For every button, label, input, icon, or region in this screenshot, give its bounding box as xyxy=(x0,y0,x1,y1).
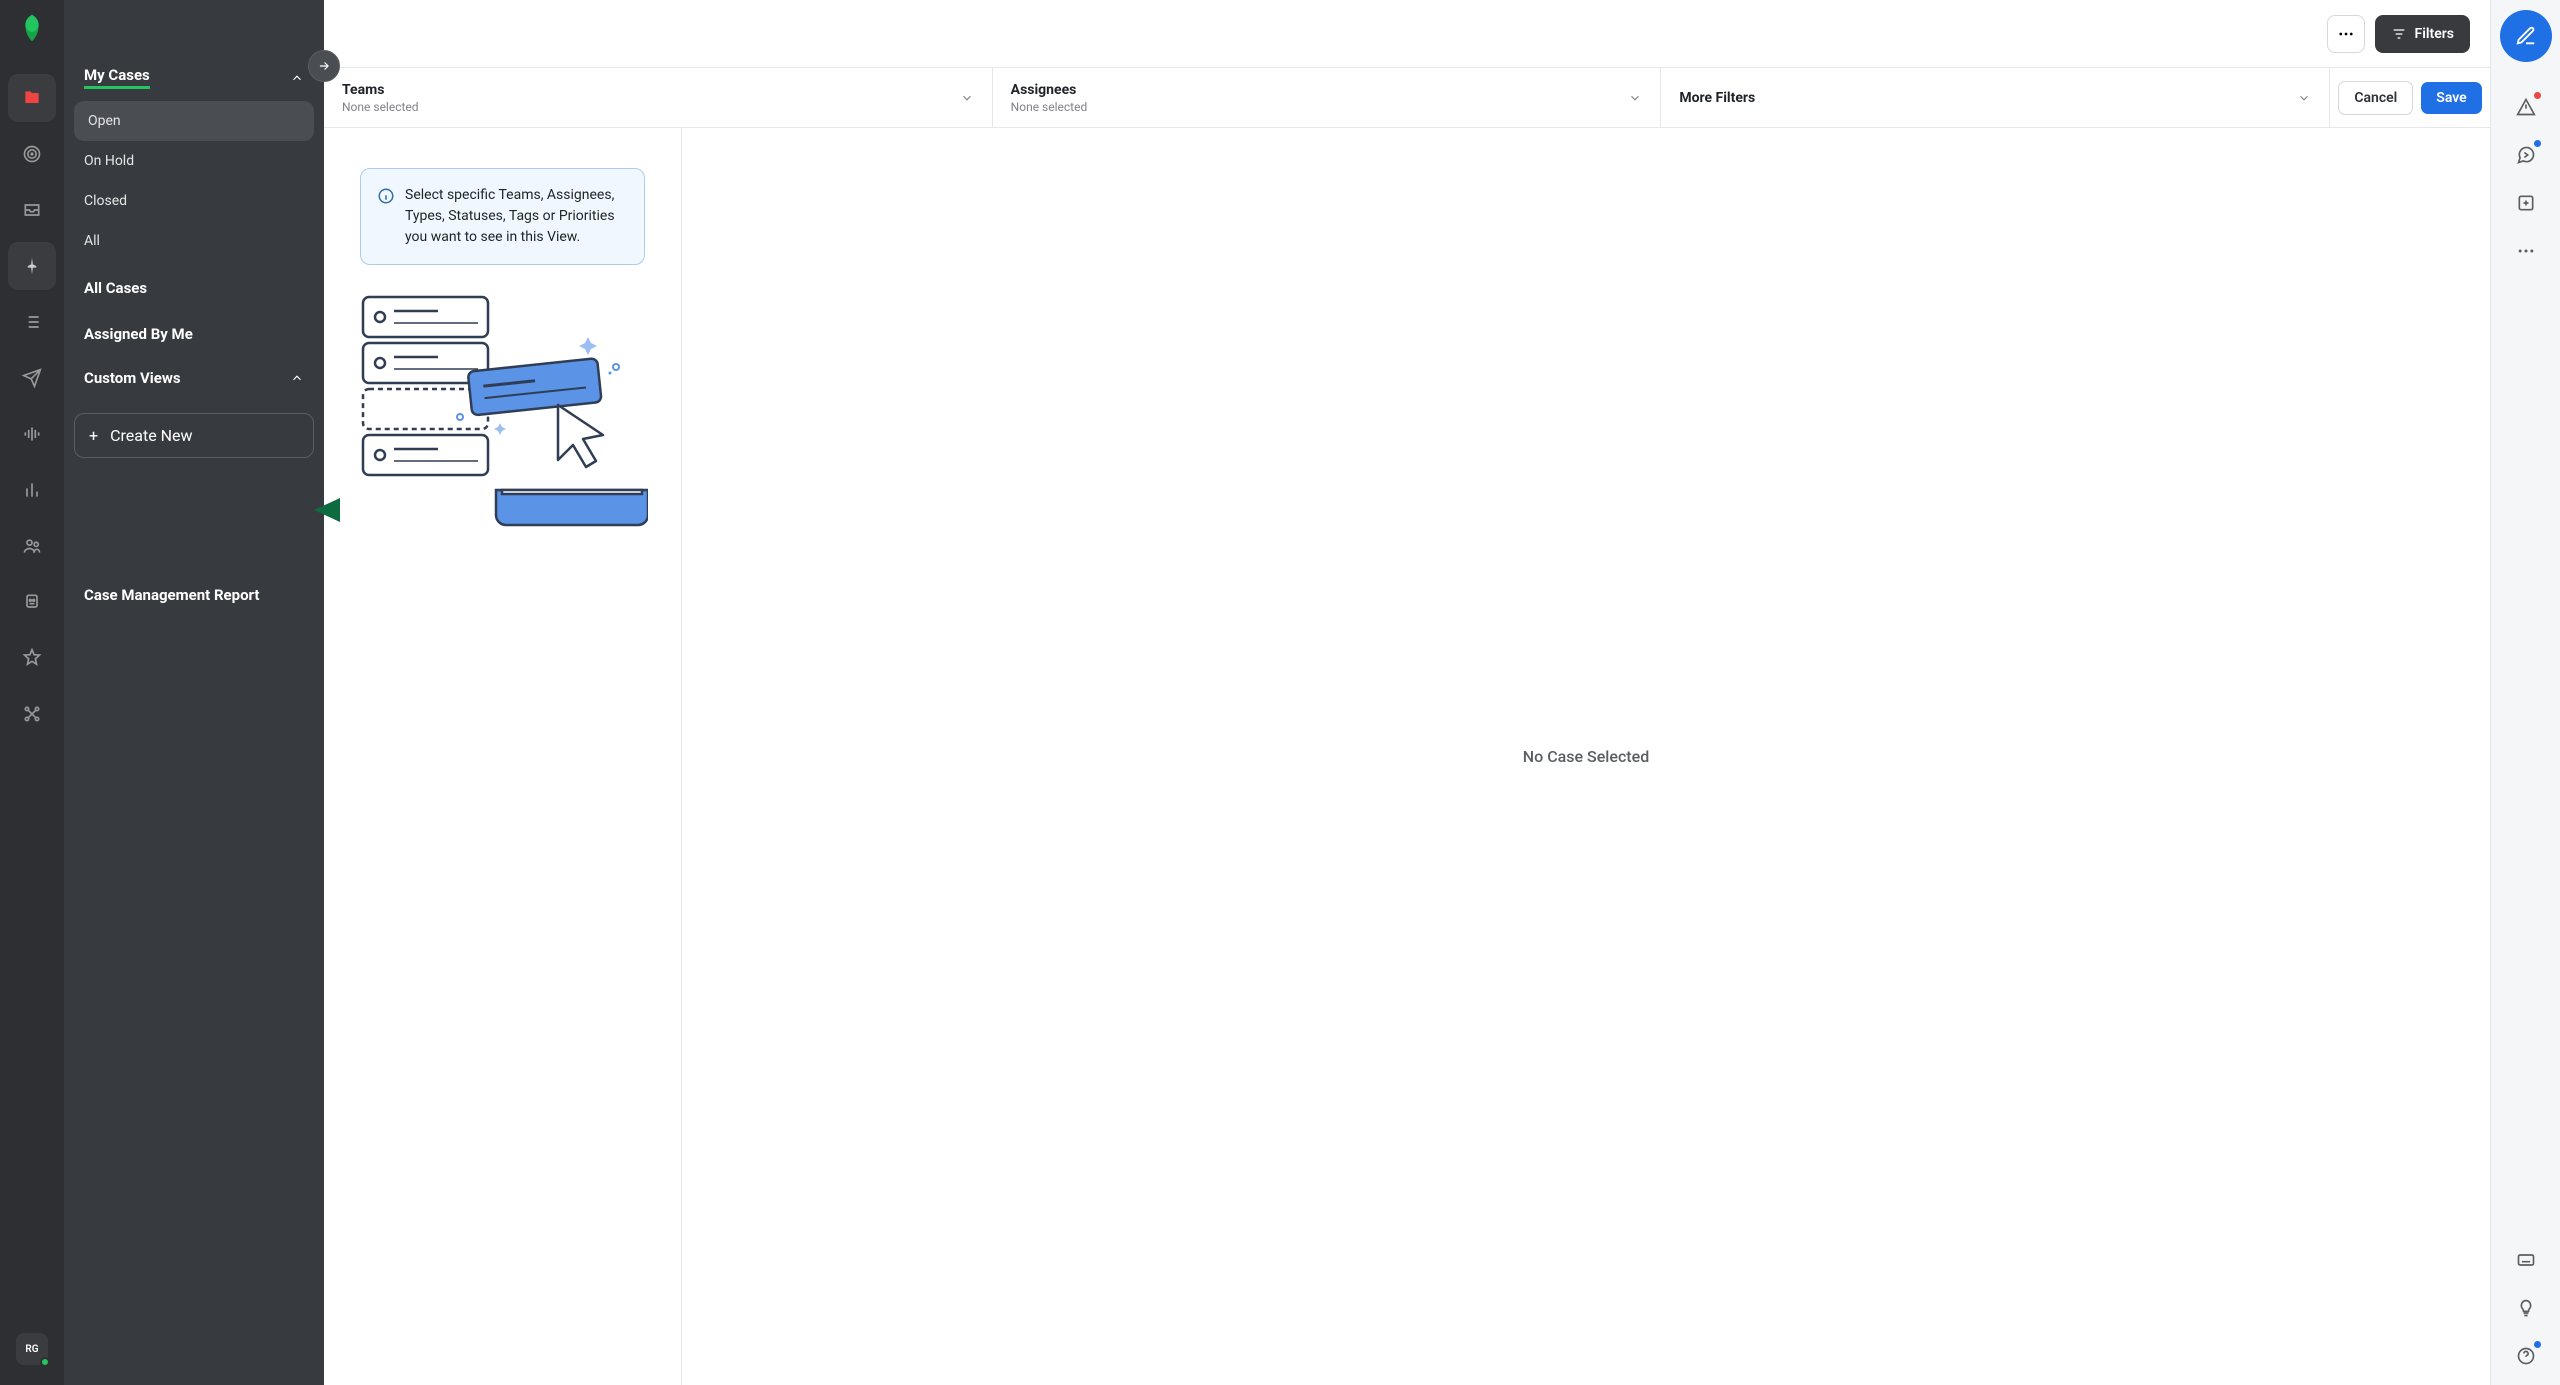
nav-item-analytics[interactable] xyxy=(8,466,56,514)
presence-indicator-online xyxy=(40,1357,50,1367)
sidebar-item-on-hold[interactable]: On Hold xyxy=(64,141,324,181)
filter-assignees[interactable]: Assignees None selected xyxy=(993,68,1662,127)
add-note-button[interactable] xyxy=(2505,182,2547,224)
filter-actions: Cancel Save xyxy=(2330,68,2490,127)
right-icon-rail xyxy=(2490,0,2560,1385)
info-text: Select specific Teams, Assignees, Types,… xyxy=(405,185,628,248)
tips-button[interactable] xyxy=(2505,1287,2547,1329)
filter-bar: Teams None selected Assignees None selec… xyxy=(324,68,2490,128)
create-new-label: Create New xyxy=(110,426,192,445)
nav-item-pinned[interactable] xyxy=(8,242,56,290)
detail-pane: No Case Selected xyxy=(682,128,2490,1385)
more-apps-button[interactable] xyxy=(2505,230,2547,272)
content-split: Select specific Teams, Assignees, Types,… xyxy=(324,128,2490,1385)
list-pane: Select specific Teams, Assignees, Types,… xyxy=(324,128,682,1385)
nav-item-inbox[interactable] xyxy=(8,186,56,234)
custom-views-header[interactable]: Custom Views xyxy=(64,353,324,399)
chevron-up-icon xyxy=(290,71,304,85)
info-banner: Select specific Teams, Assignees, Types,… xyxy=(360,168,645,265)
sidebar-collapse-button[interactable] xyxy=(308,50,340,82)
main-area: Filters Teams None selected Assignees No… xyxy=(324,0,2490,1385)
chevron-down-icon xyxy=(1628,91,1642,105)
filter-more[interactable]: More Filters xyxy=(1661,68,2330,127)
my-cases-title: My Cases xyxy=(84,66,150,89)
chevron-up-icon xyxy=(290,371,304,385)
nav-item-team[interactable] xyxy=(8,522,56,570)
top-toolbar: Filters xyxy=(324,0,2490,68)
avatar-initials: RG xyxy=(25,1344,38,1355)
custom-views-title: Custom Views xyxy=(84,369,181,387)
empty-state-illustration xyxy=(358,295,648,535)
left-icon-rail: RG xyxy=(0,0,64,1385)
chevron-down-icon xyxy=(2297,91,2311,105)
cases-sidebar: My Cases Open On Hold Closed All All Cas… xyxy=(64,0,324,1385)
notification-dot xyxy=(2534,1341,2541,1348)
cancel-button[interactable]: Cancel xyxy=(2338,81,2413,115)
alerts-button[interactable] xyxy=(2505,86,2547,128)
filter-more-label: More Filters xyxy=(1679,90,1755,106)
nav-item-star[interactable] xyxy=(8,634,56,682)
plus-icon: + xyxy=(89,426,98,445)
activity-button[interactable] xyxy=(2505,134,2547,176)
sidebar-item-open[interactable]: Open xyxy=(74,101,314,141)
notification-dot xyxy=(2534,140,2541,147)
save-button[interactable]: Save xyxy=(2421,82,2481,114)
compose-button[interactable] xyxy=(2500,10,2552,62)
keyboard-shortcuts-button[interactable] xyxy=(2505,1239,2547,1281)
app-logo[interactable] xyxy=(16,12,48,44)
create-new-button[interactable]: + Create New xyxy=(74,413,314,458)
filter-assignees-label: Assignees xyxy=(1011,82,1088,98)
nav-item-network[interactable] xyxy=(8,690,56,738)
nav-item-automation[interactable] xyxy=(8,578,56,626)
filter-assignees-value: None selected xyxy=(1011,100,1088,114)
user-avatar[interactable]: RG xyxy=(16,1333,48,1365)
nav-item-list[interactable] xyxy=(8,298,56,346)
nav-item-send[interactable] xyxy=(8,354,56,402)
filter-teams-label: Teams xyxy=(342,82,419,98)
sidebar-item-assigned-by-me[interactable]: Assigned By Me xyxy=(64,307,324,353)
filter-teams[interactable]: Teams None selected xyxy=(324,68,993,127)
nav-item-radar[interactable] xyxy=(8,130,56,178)
info-icon xyxy=(377,187,395,205)
notification-dot xyxy=(2534,92,2541,99)
sidebar-item-all[interactable]: All xyxy=(64,221,324,261)
nav-item-cases[interactable] xyxy=(8,74,56,122)
filters-label: Filters xyxy=(2415,26,2454,42)
help-button[interactable] xyxy=(2505,1335,2547,1377)
my-cases-header[interactable]: My Cases xyxy=(64,50,324,101)
chevron-down-icon xyxy=(960,91,974,105)
no-case-selected-text: No Case Selected xyxy=(1523,747,1649,766)
sidebar-item-closed[interactable]: Closed xyxy=(64,181,324,221)
nav-item-audio[interactable] xyxy=(8,410,56,458)
sidebar-item-case-report[interactable]: Case Management Report xyxy=(64,568,324,614)
filter-icon xyxy=(2391,26,2407,42)
sidebar-item-all-cases[interactable]: All Cases xyxy=(64,261,324,307)
filters-button[interactable]: Filters xyxy=(2375,15,2470,53)
filter-teams-value: None selected xyxy=(342,100,419,114)
more-options-button[interactable] xyxy=(2327,15,2365,53)
